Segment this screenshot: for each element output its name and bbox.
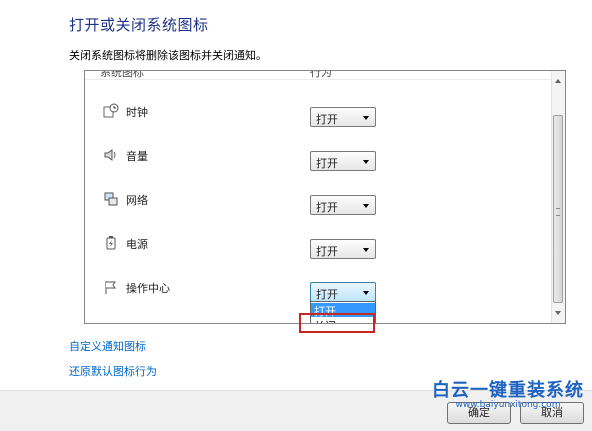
power-behavior-value: 打开 xyxy=(316,245,338,258)
header-divider xyxy=(85,79,551,80)
chevron-down-icon xyxy=(363,160,369,164)
chevron-down-icon xyxy=(363,291,369,295)
watermark: 白云一键重装系统 www.baiyunxitong.com xyxy=(428,376,588,410)
speaker-icon xyxy=(103,147,119,163)
volume-behavior-value: 打开 xyxy=(316,157,338,170)
row-name-clock: 时钟 xyxy=(126,106,148,119)
action-center-behavior-select[interactable]: 打开 xyxy=(310,282,376,302)
scrollbar-thumb[interactable] xyxy=(553,115,563,303)
network-behavior-value: 打开 xyxy=(316,201,338,214)
power-behavior-select[interactable]: 打开 xyxy=(310,239,376,259)
highlight-box xyxy=(299,313,375,333)
restore-default-icon-behaviors-link[interactable]: 还原默认图标行为 xyxy=(69,363,157,379)
flag-icon xyxy=(103,279,119,295)
chevron-down-icon xyxy=(363,248,369,252)
chevron-down-icon xyxy=(363,204,369,208)
chevron-down-icon xyxy=(363,116,369,120)
vertical-scrollbar[interactable] xyxy=(551,71,565,323)
row-name-power: 电源 xyxy=(126,238,148,251)
clock-behavior-value: 打开 xyxy=(316,113,338,126)
grip-icon xyxy=(556,208,560,216)
watermark-title: 白云一键重装系统 xyxy=(432,380,584,401)
scroll-down-icon[interactable] xyxy=(555,311,561,315)
network-icon xyxy=(103,191,119,207)
row-name-volume: 音量 xyxy=(126,150,148,163)
power-icon xyxy=(103,235,119,251)
system-icons-list: 系统图标 行为 时钟 打开 音量 打开 网络 打开 电源 打开 操作中心 打开 xyxy=(84,70,566,324)
row-name-network: 网络 xyxy=(126,194,148,207)
clock-behavior-select[interactable]: 打开 xyxy=(310,107,376,127)
volume-behavior-select[interactable]: 打开 xyxy=(310,151,376,171)
action-center-behavior-value: 打开 xyxy=(316,288,338,301)
network-behavior-select[interactable]: 打开 xyxy=(310,195,376,215)
row-name-action-center: 操作中心 xyxy=(126,282,170,295)
page-title: 打开或关闭系统图标 xyxy=(69,16,209,34)
page-description: 关闭系统图标将删除该图标并关闭通知。 xyxy=(69,49,267,62)
scroll-up-icon[interactable] xyxy=(555,79,561,83)
clock-icon xyxy=(103,103,119,119)
customize-notification-icons-link[interactable]: 自定义通知图标 xyxy=(69,338,146,354)
